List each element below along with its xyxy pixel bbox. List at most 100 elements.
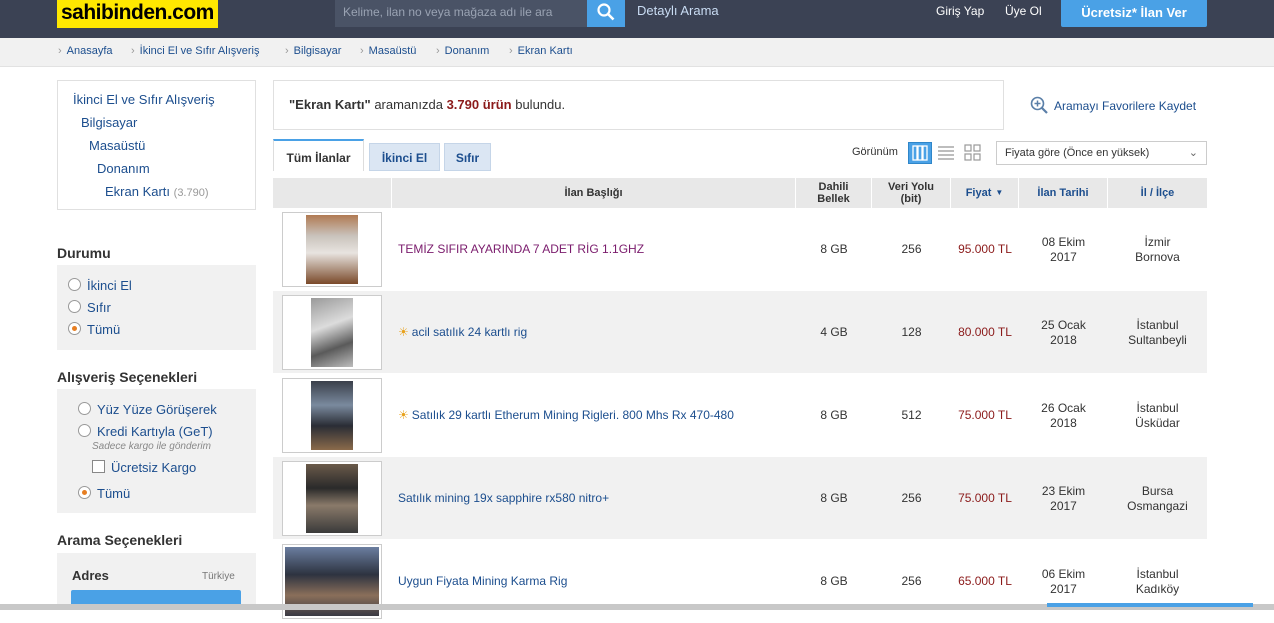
option-credit-card[interactable]: Kredi Kartıyla (GeT) xyxy=(78,424,213,439)
breadcrumb-item[interactable]: Masaüstü xyxy=(360,45,417,57)
detailed-search-link[interactable]: Detaylı Arama xyxy=(637,2,719,20)
table-row[interactable]: Uygun Fiyata Mining Karma Rig 8 GB 256 6… xyxy=(273,540,1207,623)
listing-location: İstanbul Kadıköy xyxy=(1108,540,1207,623)
listing-location: İstanbul Üsküdar xyxy=(1108,374,1207,457)
option-free-shipping[interactable]: Ücretsiz Kargo xyxy=(92,460,196,475)
category-tree: İkinci El ve Sıfır Alışveriş Bilgisayar … xyxy=(57,80,256,210)
listing-date: 08 Ekim 2017 xyxy=(1019,208,1108,291)
result-query: "Ekran Kartı" xyxy=(289,97,371,112)
category-item-current[interactable]: Ekran Kartı (3.790) xyxy=(105,184,209,199)
header-date[interactable]: İlan Tarihi xyxy=(1019,178,1108,208)
featured-sun-icon: ☀ xyxy=(398,408,409,422)
option-all[interactable]: Tümü xyxy=(78,486,130,501)
date-year: 2017 xyxy=(1050,249,1077,264)
radio-selected-icon xyxy=(68,322,81,335)
listing-thumbnail[interactable] xyxy=(282,378,382,453)
listing-bus: 256 xyxy=(901,574,922,588)
view-list-icon[interactable] xyxy=(935,142,959,164)
district: Osmangazi xyxy=(1127,498,1188,513)
view-list-columns-icon[interactable] xyxy=(908,142,932,164)
listing-thumbnail[interactable] xyxy=(282,461,382,536)
table-row[interactable]: ☀ Satılık 29 kartlı Etherum Mining Rigler… xyxy=(273,374,1207,457)
header-bus[interactable]: Veri Yolu (bit) xyxy=(872,178,951,208)
search-input[interactable]: Kelime, ilan no veya mağaza adı ile ara xyxy=(335,0,587,27)
address-country[interactable]: Türkiye xyxy=(202,571,235,582)
shopping-options-filter: Yüz Yüze Görüşerek Kredi Kartıyla (GeT) … xyxy=(57,389,256,513)
header-price[interactable]: Fiyat ▼ xyxy=(951,178,1019,208)
table-header: İlan Başlığı Dahili Bellek Veri Yolu (bi… xyxy=(273,178,1207,208)
condition-option-all[interactable]: Tümü xyxy=(68,322,120,337)
date-day: 26 Ocak xyxy=(1041,400,1086,415)
listing-thumbnail[interactable] xyxy=(282,295,382,370)
header-title[interactable]: İlan Başlığı xyxy=(392,178,796,208)
post-ad-button[interactable]: Ücretsiz* İlan Ver xyxy=(1061,0,1207,27)
result-middle: aramanızda xyxy=(370,97,447,112)
radio-selected-icon xyxy=(78,486,91,499)
sort-value: Fiyata göre (Önce en yüksek) xyxy=(1005,147,1150,159)
date-year: 2018 xyxy=(1050,415,1077,430)
condition-option-used[interactable]: İkinci El xyxy=(68,278,132,293)
result-summary: "Ekran Kartı" aramanızda 3.790 ürün bulu… xyxy=(273,80,1004,130)
city: İzmir xyxy=(1144,234,1171,249)
listing-location: İzmir Bornova xyxy=(1108,208,1207,291)
listing-location: Bursa Osmangazi xyxy=(1108,457,1207,540)
date-year: 2017 xyxy=(1050,581,1077,596)
login-link[interactable]: Giriş Yap xyxy=(936,2,984,20)
breadcrumb-item[interactable]: Bilgisayar xyxy=(285,45,342,57)
featured-sun-icon: ☀ xyxy=(398,325,409,339)
tab-all-listings[interactable]: Tüm İlanlar xyxy=(273,139,364,171)
breadcrumb-item[interactable]: İkinci El ve Sıfır Alışveriş xyxy=(131,45,260,57)
option-label: Tümü xyxy=(87,322,121,337)
listing-date: 25 Ocak 2018 xyxy=(1019,291,1108,374)
listing-memory: 8 GB xyxy=(820,574,848,588)
listing-title[interactable]: Satılık mining 19x sapphire rx580 nitro+ xyxy=(392,457,796,540)
option-face-to-face[interactable]: Yüz Yüze Görüşerek xyxy=(78,402,217,417)
table-row[interactable]: TEMİZ SIFIR AYARINDA 7 ADET RİG 1.1GHZ 8… xyxy=(273,208,1207,291)
listing-thumbnail[interactable] xyxy=(282,212,382,287)
register-link[interactable]: Üye Ol xyxy=(1005,2,1042,20)
radio-icon xyxy=(68,278,81,291)
result-count: 3.790 ürün xyxy=(446,97,512,112)
option-label: Ücretsiz Kargo xyxy=(111,460,197,475)
table-row[interactable]: ☀ acil satılık 24 kartlı rig 4 GB 128 80.… xyxy=(273,291,1207,374)
checkbox-icon xyxy=(92,460,105,473)
shopping-options-title: Alışveriş Seçenekleri xyxy=(57,369,198,385)
listing-title[interactable]: Uygun Fiyata Mining Karma Rig xyxy=(392,540,796,623)
table-row[interactable]: Satılık mining 19x sapphire rx580 nitro+… xyxy=(273,457,1207,540)
category-item[interactable]: İkinci El ve Sıfır Alışveriş xyxy=(73,92,215,107)
search-button[interactable] xyxy=(587,0,625,27)
listing-title[interactable]: ☀ Satılık 29 kartlı Etherum Mining Rigler… xyxy=(392,374,796,457)
tab-new[interactable]: Sıfır xyxy=(444,143,491,171)
category-item[interactable]: Donanım xyxy=(97,161,150,176)
breadcrumb: Anasayfa İkinci El ve Sıfır Alışveriş Bi… xyxy=(0,38,1274,67)
breadcrumb-item[interactable]: Ekran Kartı xyxy=(509,45,573,57)
sort-desc-icon: ▼ xyxy=(995,188,1004,197)
tab-used[interactable]: İkinci El xyxy=(369,143,440,171)
district: Üsküdar xyxy=(1135,415,1180,430)
listing-title[interactable]: ☀ acil satılık 24 kartlı rig xyxy=(392,291,796,374)
header-memory[interactable]: Dahili Bellek xyxy=(796,178,872,208)
date-year: 2017 xyxy=(1050,498,1077,513)
sort-select[interactable]: Fiyata göre (Önce en yüksek) ⌄ xyxy=(996,141,1207,165)
top-bar: sahibinden.com Kelime, ilan no veya mağa… xyxy=(0,0,1274,38)
save-search-link[interactable]: Aramayı Favorilere Kaydet xyxy=(1030,96,1196,114)
district: Sultanbeyli xyxy=(1128,332,1187,347)
listing-date: 26 Ocak 2018 xyxy=(1019,374,1108,457)
condition-option-new[interactable]: Sıfır xyxy=(68,300,111,315)
header-location[interactable]: İl / İlçe xyxy=(1108,178,1207,208)
credit-card-note: Sadece kargo ile gönderim xyxy=(92,441,211,452)
listing-title[interactable]: TEMİZ SIFIR AYARINDA 7 ADET RİG 1.1GHZ xyxy=(392,208,796,291)
option-label: Sıfır xyxy=(87,300,111,315)
listing-price: 80.000 TL xyxy=(958,325,1012,339)
category-item[interactable]: Masaüstü xyxy=(89,138,145,153)
listing-memory: 8 GB xyxy=(820,408,848,422)
header-price-label: Fiyat xyxy=(965,187,992,199)
site-logo[interactable]: sahibinden.com xyxy=(57,0,218,28)
breadcrumb-item[interactable]: Donanım xyxy=(436,45,490,57)
view-grid-icon[interactable] xyxy=(962,142,986,164)
search-options-title: Arama Seçenekleri xyxy=(57,532,183,548)
feedback-bar[interactable] xyxy=(1047,603,1253,607)
city: İstanbul xyxy=(1136,566,1179,581)
category-item[interactable]: Bilgisayar xyxy=(81,115,137,130)
breadcrumb-item[interactable]: Anasayfa xyxy=(58,45,113,57)
